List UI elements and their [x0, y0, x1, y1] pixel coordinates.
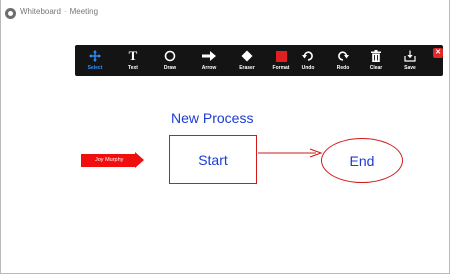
tool-select-label: Select — [87, 65, 103, 71]
whiteboard-heading: New Process — [171, 110, 254, 126]
tool-redo-button[interactable]: Redo — [333, 45, 353, 76]
window-title-app: Whiteboard — [20, 7, 61, 16]
arrow-right-icon — [202, 49, 216, 63]
tool-undo-label: Undo — [301, 65, 315, 71]
end-process-oval: End — [321, 138, 403, 183]
zoom-app-icon — [5, 8, 16, 19]
start-label: Start — [198, 151, 228, 168]
eraser-icon — [241, 49, 253, 63]
whiteboard-window: Whiteboard · Meeting Select T Text Draw … — [0, 0, 450, 274]
tool-undo-button[interactable]: Undo — [298, 45, 318, 76]
window-title: Whiteboard · Meeting — [20, 7, 99, 16]
tool-select-button[interactable]: Select — [85, 45, 105, 76]
format-color-square-icon — [275, 49, 287, 63]
tool-save-button[interactable]: Save — [400, 45, 420, 76]
connector-arrow — [258, 148, 323, 158]
tool-clear-button[interactable]: Clear — [366, 45, 386, 76]
annotation-toolbar: Select T Text Draw Arrow Eraser Format U… — [75, 45, 443, 76]
save-tray-icon — [404, 49, 416, 63]
draw-circle-icon — [164, 49, 176, 63]
tool-text-button[interactable]: T Text — [123, 45, 143, 76]
start-process-box: Start — [169, 135, 257, 184]
name-tag-pointer-icon — [135, 152, 144, 168]
end-label: End — [349, 152, 375, 169]
close-icon: ✕ — [435, 49, 441, 56]
whiteboard-canvas[interactable]: New Process Joy Murphy Start End — [1, 80, 449, 273]
undo-icon — [302, 49, 314, 63]
window-title-meeting: Meeting — [69, 7, 99, 16]
trash-icon — [371, 49, 381, 63]
move-arrows-icon — [89, 49, 101, 63]
tool-clear-label: Clear — [369, 65, 383, 71]
tool-eraser-label: Eraser — [239, 65, 255, 71]
tool-redo-label: Redo — [336, 65, 350, 71]
annotator-name: Joy Murphy — [81, 154, 135, 167]
tool-arrow-button[interactable]: Arrow — [197, 45, 221, 76]
tool-format-button[interactable]: Format — [269, 45, 293, 76]
tool-arrow-label: Arrow — [201, 65, 217, 71]
redo-icon — [337, 49, 349, 63]
close-toolbar-button[interactable]: ✕ — [433, 48, 443, 58]
tool-eraser-button[interactable]: Eraser — [235, 45, 259, 76]
tool-draw-label: Draw — [163, 65, 177, 71]
tool-format-label: Format — [272, 65, 290, 71]
tool-draw-button[interactable]: Draw — [160, 45, 180, 76]
tool-save-label: Save — [404, 65, 416, 71]
tool-text-label: Text — [128, 65, 138, 71]
title-bar[interactable]: Whiteboard · Meeting — [1, 0, 449, 22]
text-t-icon: T — [128, 48, 138, 63]
